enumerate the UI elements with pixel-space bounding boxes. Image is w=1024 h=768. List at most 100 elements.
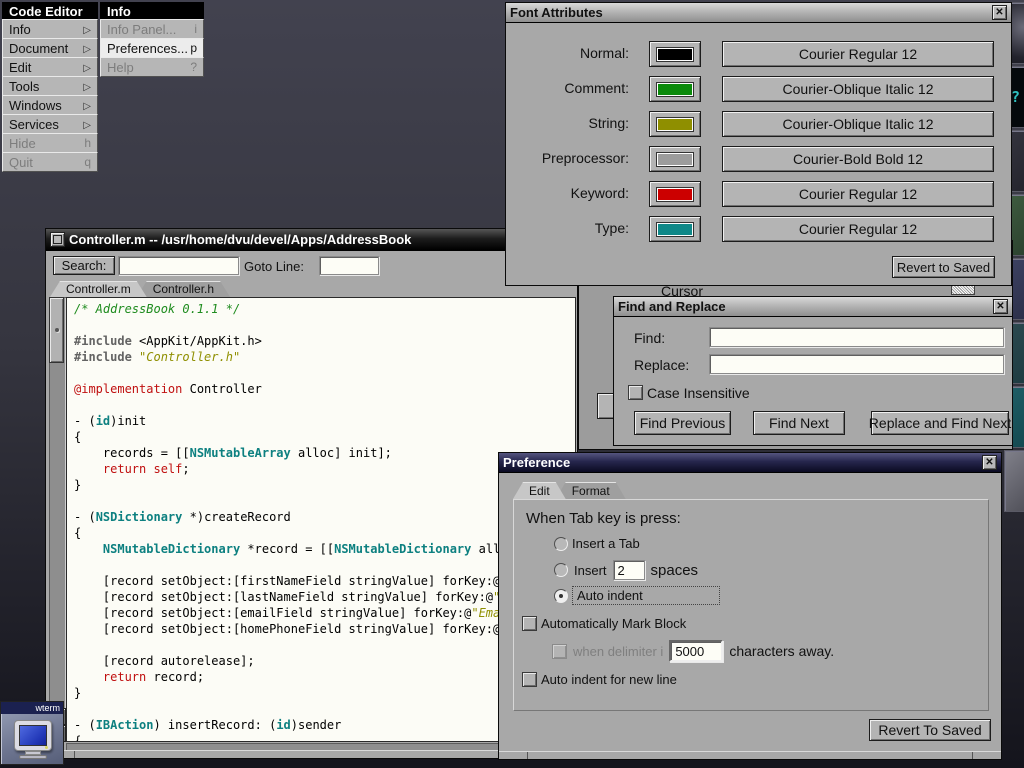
menu-item-help[interactable]: Help ? [100,57,204,77]
spaces-count-input[interactable] [613,560,645,580]
code-line: #include <AppKit/AppKit.h> [74,333,575,349]
delimiter-checkbox[interactable] [552,644,567,659]
keyword-font-button[interactable]: Courier Regular 12 [722,181,994,207]
auto-mark-block-label: Automatically Mark Block [541,616,686,631]
preprocessor-color-well[interactable] [649,146,701,172]
find-replace-titlebar[interactable]: Find and Replace [614,297,1012,317]
auto-mark-block-checkbox[interactable] [522,616,537,631]
string-label: String: [589,115,629,131]
delimiter-distance-input[interactable] [669,640,723,662]
editor-tabbar: Controller.m Controller.h [46,281,577,297]
string-font-button[interactable]: Courier-Oblique Italic 12 [722,111,994,137]
submenu-arrow-icon [83,79,91,93]
type-color-well[interactable] [649,216,701,242]
code-line [74,317,575,333]
code-line: - (id)init [74,413,575,429]
info-submenu-title[interactable]: Info [100,2,204,20]
normal-label: Normal: [580,45,629,61]
preprocessor-color-swatch [657,153,693,166]
preference-titlebar[interactable]: Preference [499,453,1001,473]
close-icon[interactable] [982,455,997,470]
code-line [74,397,575,413]
preference-resize-bar[interactable] [499,751,1001,759]
tab-controller-h[interactable]: Controller.h [137,281,230,297]
auto-indent-radio[interactable] [554,589,568,603]
menu-item-document[interactable]: Document [2,38,98,58]
type-font-button[interactable]: Courier Regular 12 [722,216,994,242]
menu-item-edit[interactable]: Edit [2,57,98,77]
menu-item-windows[interactable]: Windows [2,95,98,115]
code-line [74,365,575,381]
string-color-well[interactable] [649,111,701,137]
background-window-scroller-fragment [951,285,975,295]
search-input[interactable] [118,256,239,275]
main-menu-title[interactable]: Code Editor [2,2,98,20]
close-icon[interactable] [992,5,1007,20]
normal-font-button[interactable]: Courier Regular 12 [722,41,994,67]
miniaturize-icon[interactable] [50,232,65,247]
auto-indent-newline-label: Auto indent for new line [541,672,677,687]
menu-item-info[interactable]: Info [2,19,98,39]
monitor-base [19,755,47,759]
preprocessor-font-button[interactable]: Courier-Bold Bold 12 [722,146,994,172]
string-color-swatch [657,118,693,131]
goto-line-label: Goto Line: [244,259,304,274]
submenu-arrow-icon [83,60,91,74]
normal-color-well[interactable] [649,41,701,67]
keyword-color-well[interactable] [649,181,701,207]
find-label: Find: [634,330,665,346]
code-line: /* AddressBook 0.1.1 */ [74,301,575,317]
delimiter-label: when delimiter i [573,644,663,659]
tab-format[interactable]: Format [556,482,626,499]
code-line: @implementation Controller [74,381,575,397]
editor-window-title: Controller.m -- /usr/home/dvu/devel/Apps… [69,232,573,247]
insert-tab-radio[interactable] [554,537,568,551]
comment-color-well[interactable] [649,76,701,102]
revert-to-saved-button[interactable]: Revert to Saved [892,256,995,278]
vertical-scroll-knob[interactable] [49,297,64,363]
case-insensitive-checkbox[interactable] [628,385,643,400]
close-icon[interactable] [993,299,1008,314]
replace-label: Replace: [634,357,689,373]
menu-item-hide[interactable]: Hide h [2,133,98,153]
menu-item-info-panel[interactable]: Info Panel... i [100,19,204,39]
tab-key-heading: When Tab key is press: [526,510,681,527]
code-line: { [74,429,575,445]
characters-away-label: characters away. [729,643,834,659]
type-label: Type: [595,220,629,236]
replace-input[interactable] [709,354,1004,374]
monitor-led [45,746,48,749]
find-replace-title: Find and Replace [618,299,989,314]
wterm-icon-title-strip: wterm [1,702,63,714]
editor-vertical-scrollbar[interactable]: ▲ ▼ [49,297,66,742]
find-previous-button[interactable]: Find Previous [634,411,731,435]
wterm-app-icon[interactable]: wterm [0,701,64,765]
menu-item-tools[interactable]: Tools [2,76,98,96]
tab-edit[interactable]: Edit [513,482,566,499]
submenu-arrow-icon [83,117,91,131]
info-submenu: Info Info Panel... i Preferences... p He… [100,2,204,77]
font-attributes-titlebar[interactable]: Font Attributes [506,3,1011,23]
editor-titlebar[interactable]: Controller.m -- /usr/home/dvu/devel/Apps… [46,229,577,251]
preference-window: Preference Edit Format When Tab key is p… [498,452,1002,760]
tab-controller-m[interactable]: Controller.m [50,281,147,297]
goto-line-input[interactable] [319,256,379,275]
auto-indent-newline-checkbox[interactable] [522,672,537,687]
preprocessor-label: Preprocessor: [542,150,629,166]
insert-spaces-prefix-label: Insert [574,563,607,578]
replace-and-find-next-button[interactable]: Replace and Find Next [871,411,1009,435]
preference-tabbar: Edit Format [513,482,626,499]
find-next-button[interactable]: Find Next [753,411,845,435]
dock-icon-app8[interactable] [1004,450,1024,512]
search-button[interactable]: Search: [53,256,115,275]
revert-to-saved-button-preference[interactable]: Revert To Saved [869,719,991,741]
comment-color-swatch [657,83,693,96]
insert-spaces-radio[interactable] [554,563,568,577]
comment-font-button[interactable]: Courier-Oblique Italic 12 [722,76,994,102]
menu-item-preferences[interactable]: Preferences... p [100,38,204,58]
menu-item-quit[interactable]: Quit q [2,152,98,172]
font-attributes-title: Font Attributes [510,5,988,20]
preference-content-box: When Tab key is press: Insert a Tab Inse… [513,499,989,711]
menu-item-services[interactable]: Services [2,114,98,134]
find-input[interactable] [709,327,1004,347]
